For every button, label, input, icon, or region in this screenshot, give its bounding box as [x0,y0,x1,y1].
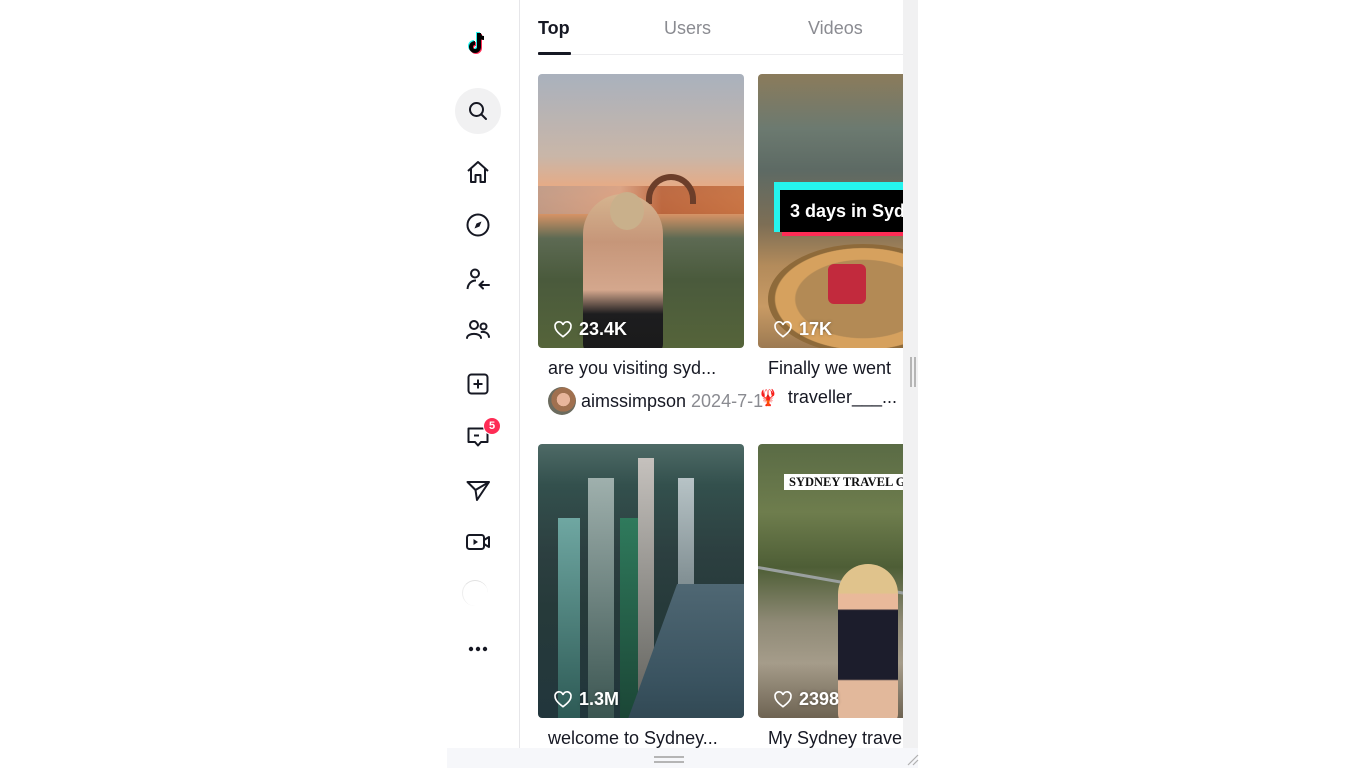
video-thumbnail[interactable]: 3 days in Sydn 17K [758,74,903,348]
nav-messages[interactable] [455,467,501,513]
video-card[interactable]: 3 days in Sydn 17K Finally we went 🦞 tra… [758,74,903,407]
video-overlay-text: SYDNEY TRAVEL GUIDE [784,474,903,490]
notification-badge: 5 [483,417,502,435]
nav-explore[interactable] [455,202,501,248]
send-icon [466,481,490,501]
heart-icon [774,320,792,338]
author-emoji: 🦞 [758,389,778,407]
home-icon [467,161,489,183]
scrollbar-thumb[interactable] [910,357,916,387]
video-caption[interactable]: My Sydney trave [768,728,902,748]
author-name[interactable]: traveller___... [788,387,897,408]
post-date: 2024-7-1 [691,390,764,411]
results-tabs: Top Users Videos [538,0,903,55]
like-count: 17K [773,319,832,340]
plus-square-icon [467,373,489,395]
tiktok-logo[interactable] [455,20,501,66]
author-name[interactable]: aimssimpson [581,391,686,412]
video-camera-icon [466,534,490,550]
nav-upload[interactable] [455,361,501,407]
profile-loading-icon[interactable] [462,580,488,606]
video-caption[interactable]: welcome to Sydney... [548,728,718,748]
users-icon [466,320,490,339]
user-follow-icon [466,268,490,290]
resize-grip-icon[interactable] [905,752,919,766]
nav-friends[interactable] [455,307,501,353]
drag-handle-icon[interactable] [654,756,684,763]
nav-search[interactable] [455,88,501,134]
tab-top[interactable]: Top [538,18,570,39]
like-count: 23.4K [553,319,627,340]
video-card[interactable]: SYDNEY TRAVEL GUIDE 2398 My Sydney trave [758,444,903,748]
nav-following[interactable] [455,256,501,302]
heart-icon [554,690,572,708]
like-count: 1.3M [553,689,619,710]
active-tab-indicator [538,52,571,55]
video-thumbnail[interactable]: 23.4K [538,74,744,348]
tab-videos[interactable]: Videos [808,18,863,39]
video-thumbnail[interactable]: SYDNEY TRAVEL GUIDE 2398 [758,444,903,718]
author-info[interactable]: 🦞 traveller___... [758,387,897,408]
video-caption[interactable]: are you visiting syd... [548,358,716,379]
like-count: 2398 [773,689,839,710]
more-icon [468,646,488,652]
author-info[interactable]: aimssimpson 2024-7-1 [548,387,763,415]
tab-users[interactable]: Users [664,18,711,39]
heart-icon [554,320,572,338]
nav-more[interactable] [455,626,501,672]
video-overlay-text: 3 days in Sydn [780,190,903,232]
compass-icon [466,213,490,237]
video-card[interactable]: 23.4K are you visiting syd... aimssimpso… [538,74,763,415]
sidebar-nav: 5 [447,0,520,748]
video-card[interactable]: 1.3M welcome to Sydney... [538,444,744,748]
avatar[interactable] [548,387,576,415]
nav-live[interactable] [455,519,501,565]
tiktok-logo-icon [468,32,485,54]
video-thumbnail[interactable]: 1.3M [538,444,744,718]
video-caption[interactable]: Finally we went [768,358,891,379]
search-results: Top Users Videos 23.4K are you visiting … [521,0,903,748]
nav-activity[interactable]: 5 [455,413,502,459]
nav-home[interactable] [455,149,501,195]
heart-icon [774,690,792,708]
search-icon [469,102,487,120]
